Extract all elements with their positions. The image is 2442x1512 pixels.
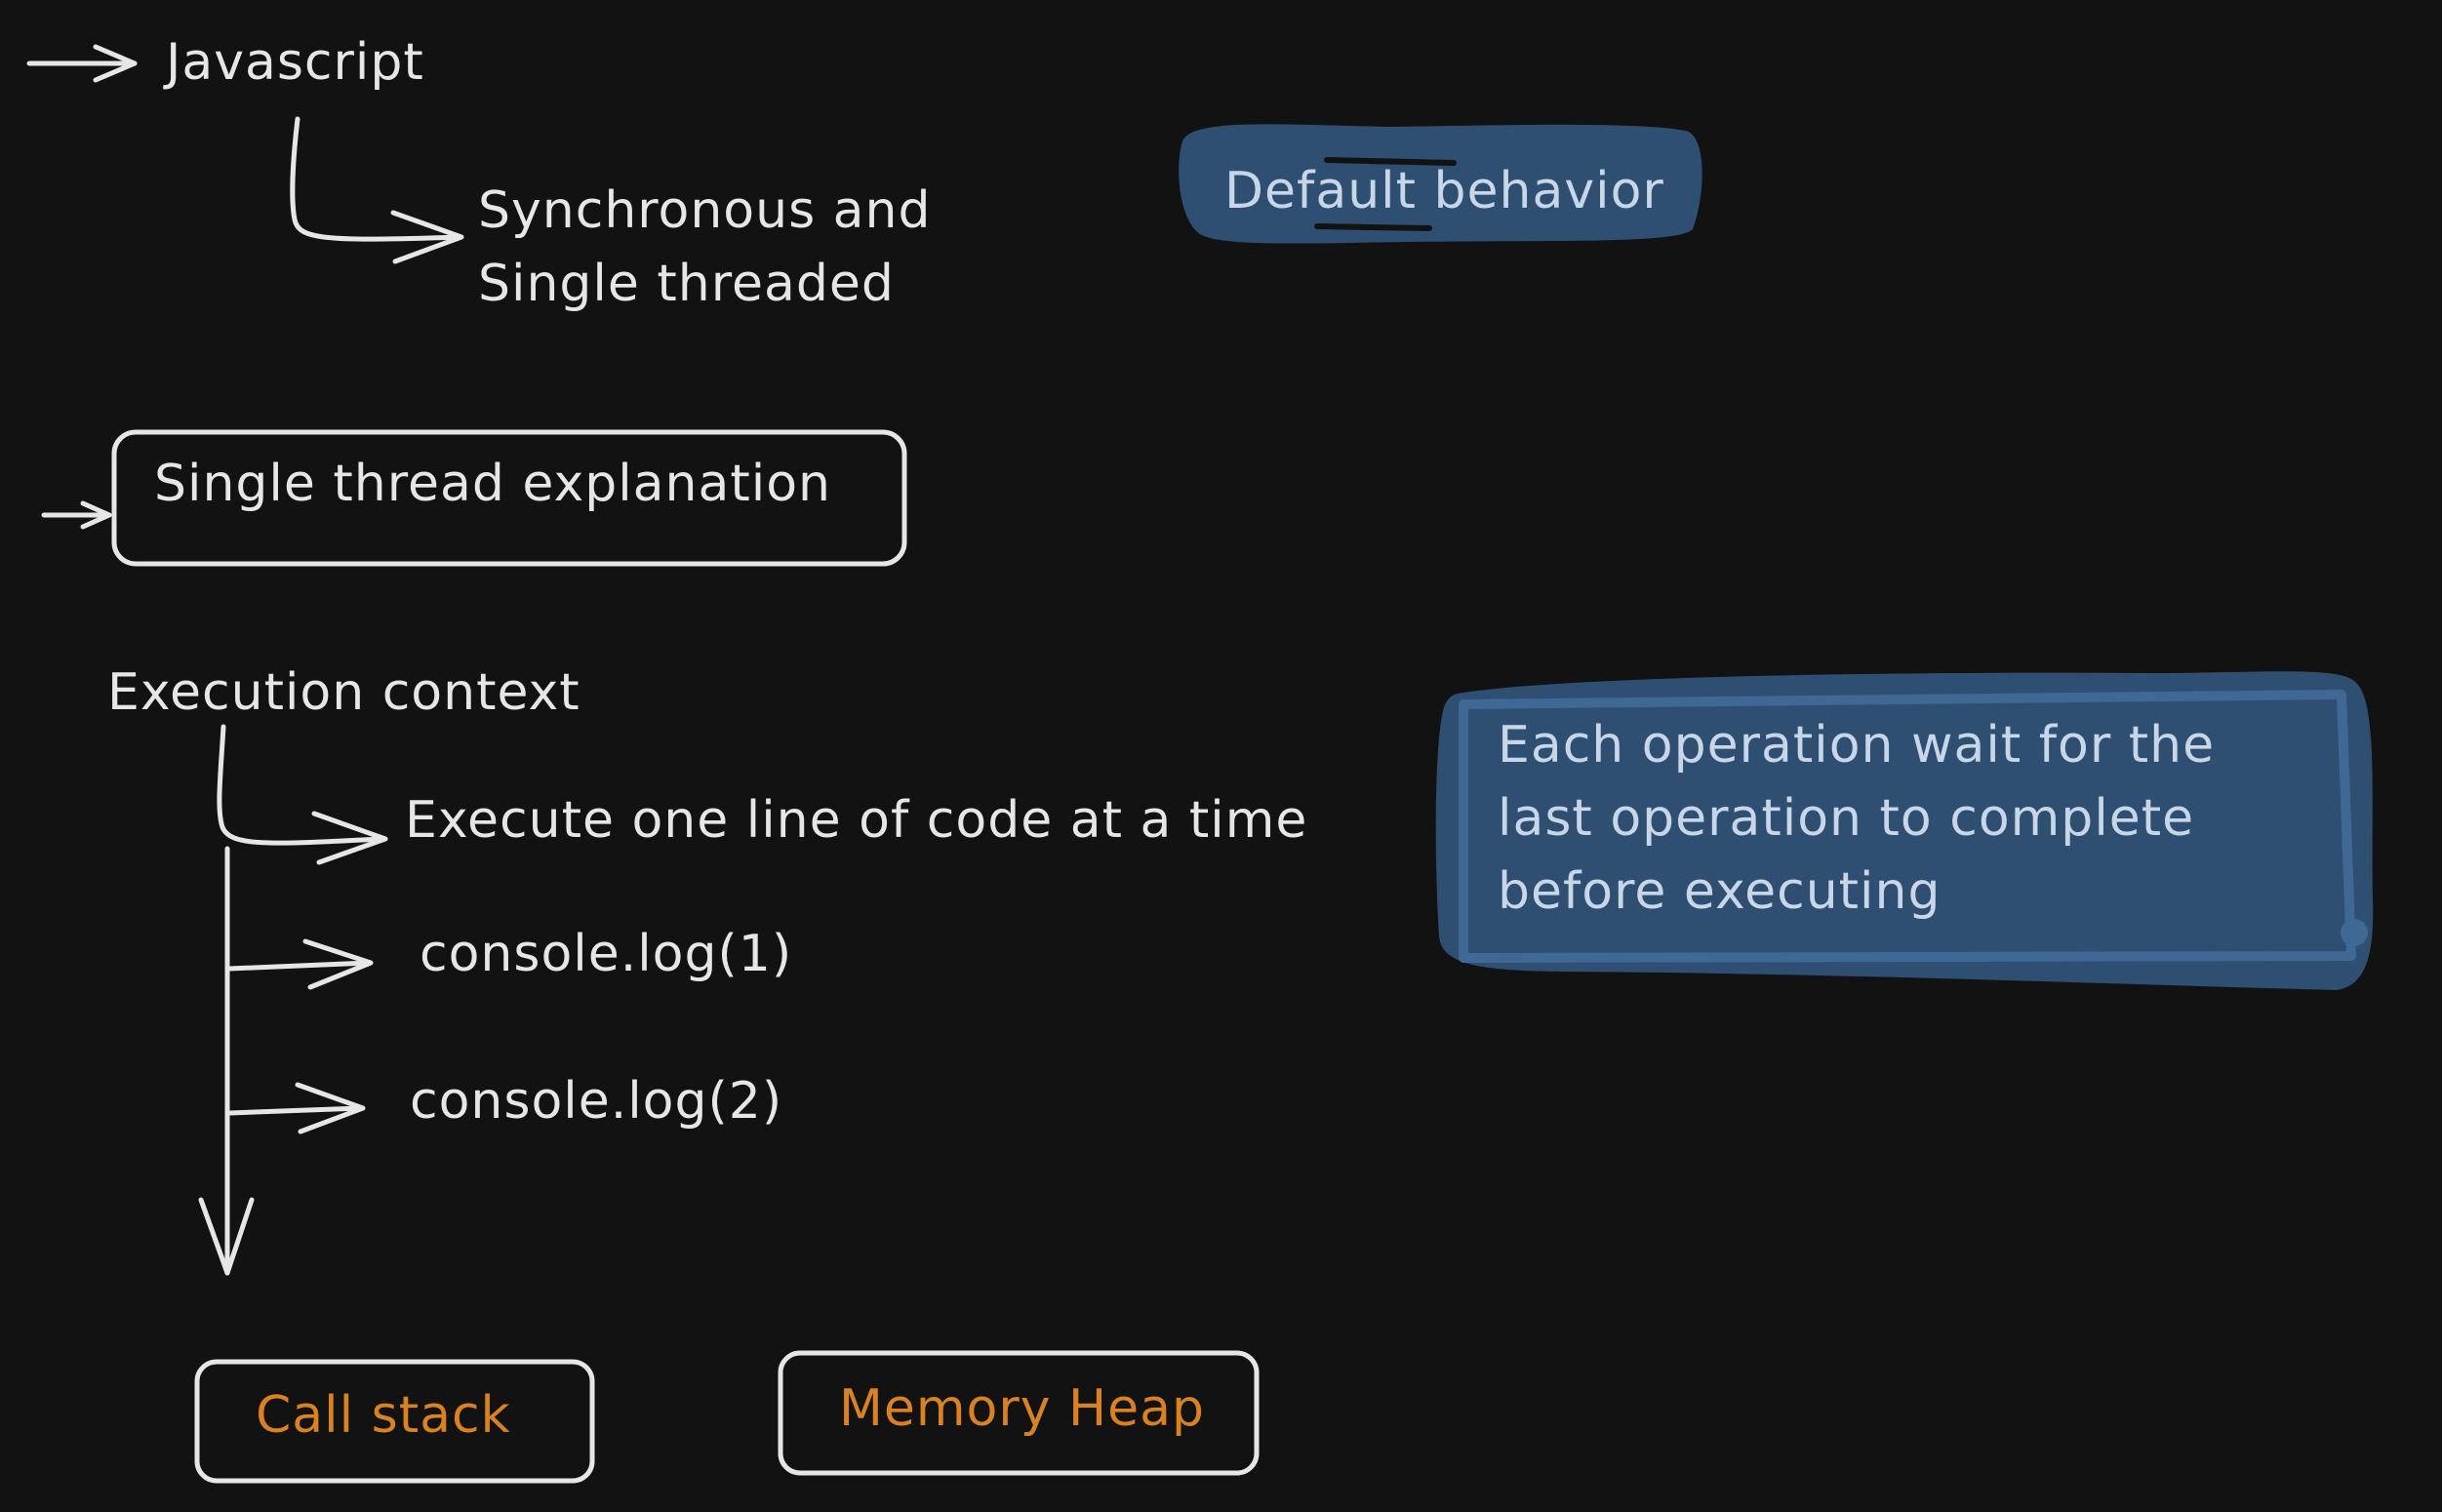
step1-label: console.log(1) bbox=[420, 925, 793, 983]
execution-context-title: Execution context bbox=[107, 663, 580, 722]
step2-label: console.log(2) bbox=[410, 1072, 783, 1131]
note-line2: last operation to complete bbox=[1498, 789, 2195, 848]
timeline-arrow bbox=[198, 846, 255, 1276]
sync-label-line2: Single threaded bbox=[478, 255, 895, 313]
single-thread-box-label: Single thread explanation bbox=[154, 455, 831, 513]
arrow-execution-to-line bbox=[217, 724, 388, 865]
arrow-to-step2 bbox=[226, 1082, 366, 1134]
memory-heap-label: Memory Heap bbox=[839, 1379, 1205, 1438]
note-line3: before executing bbox=[1498, 862, 1942, 921]
arrow-to-javascript bbox=[26, 44, 138, 83]
arrow-javascript-to-sync bbox=[290, 116, 464, 264]
arrow-to-single-thread-box bbox=[41, 500, 112, 530]
arrow-to-step1 bbox=[226, 938, 374, 990]
sync-label-line1: Synchronous and bbox=[478, 181, 932, 240]
default-behavior-tag: Default behavior bbox=[1224, 162, 1664, 220]
call-stack-label: Call stack bbox=[256, 1386, 511, 1445]
javascript-label: Javascript bbox=[166, 33, 424, 92]
execute-line-label: Execute one line of code at a time bbox=[405, 791, 1308, 850]
note-line1: Each operation wait for the bbox=[1498, 716, 2216, 775]
